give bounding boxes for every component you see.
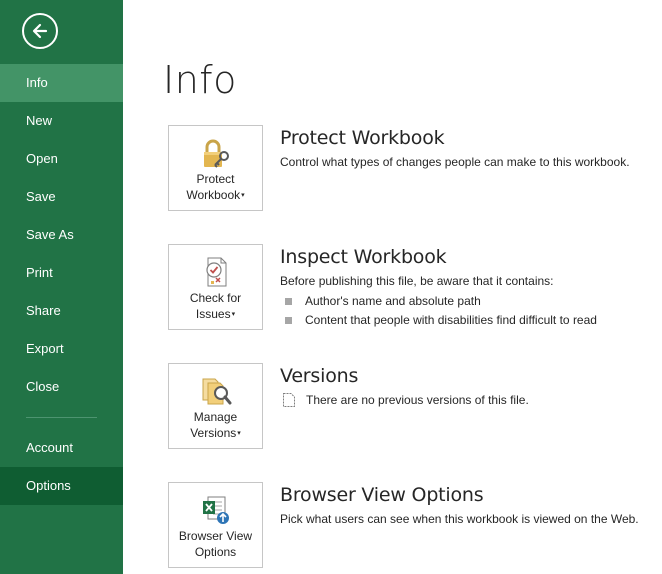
versions-heading: Versions: [280, 365, 359, 387]
backstage-nav: Info New Open Save Save As Print Share E…: [0, 64, 123, 505]
checklist-document-icon: [199, 255, 233, 289]
nav-item-open[interactable]: Open: [0, 140, 123, 178]
protect-workbook-button[interactable]: Protect Workbook▾: [168, 125, 263, 211]
documents-magnifier-icon: [199, 374, 233, 408]
browser-view-text: Browser View Options Pick what users can…: [280, 483, 660, 527]
browser-view-options-label: Browser View Options: [178, 529, 253, 559]
back-arrow-icon: [32, 23, 48, 39]
browser-view-options-button[interactable]: Browser View Options: [168, 482, 263, 568]
list-item: Author's name and absolute path: [280, 292, 660, 311]
excel-web-icon: [199, 493, 233, 527]
protect-workbook-text: Protect Workbook Control what types of c…: [280, 126, 660, 170]
check-for-issues-label: Check for Issues▾: [189, 291, 242, 321]
nav-item-options[interactable]: Options: [0, 467, 123, 505]
browser-view-description: Pick what users can see when this workbo…: [280, 512, 639, 526]
info-pane: Info Protect Workbook▾ Protect Workbook …: [123, 0, 662, 574]
nav-item-new[interactable]: New: [0, 102, 123, 140]
inspect-workbook-heading: Inspect Workbook: [280, 246, 447, 268]
versions-status: There are no previous versions of this f…: [280, 392, 660, 408]
versions-text: Versions There are no previous versions …: [280, 364, 660, 408]
backstage-sidebar: Info New Open Save Save As Print Share E…: [0, 0, 123, 574]
nav-item-save[interactable]: Save: [0, 178, 123, 216]
browser-view-heading: Browser View Options: [280, 484, 484, 506]
back-button[interactable]: [22, 13, 58, 49]
nav-item-export[interactable]: Export: [0, 330, 123, 368]
manage-versions-label: Manage Versions▾: [190, 410, 241, 440]
nav-item-close[interactable]: Close: [0, 368, 123, 406]
inspect-bullets: Author's name and absolute path Content …: [280, 292, 660, 330]
inspect-workbook-text: Inspect Workbook Before publishing this …: [280, 245, 660, 330]
list-item: Content that people with disabilities fi…: [280, 311, 660, 330]
inspect-workbook-description: Before publishing this file, be aware th…: [280, 274, 554, 288]
nav-item-save-as[interactable]: Save As: [0, 216, 123, 254]
nav-item-info[interactable]: Info: [0, 64, 123, 102]
protect-workbook-heading: Protect Workbook: [280, 127, 445, 149]
protect-workbook-label: Protect Workbook▾: [186, 172, 245, 202]
blank-document-icon: [283, 393, 295, 407]
protect-workbook-description: Control what types of changes people can…: [280, 155, 630, 169]
nav-item-print[interactable]: Print: [0, 254, 123, 292]
lock-key-icon: [199, 136, 233, 170]
manage-versions-button[interactable]: Manage Versions▾: [168, 363, 263, 449]
nav-divider: [26, 417, 97, 418]
page-title: Info: [163, 58, 237, 102]
nav-item-account[interactable]: Account: [0, 429, 123, 467]
check-for-issues-button[interactable]: Check for Issues▾: [168, 244, 263, 330]
versions-description: There are no previous versions of this f…: [306, 393, 529, 407]
nav-item-share[interactable]: Share: [0, 292, 123, 330]
